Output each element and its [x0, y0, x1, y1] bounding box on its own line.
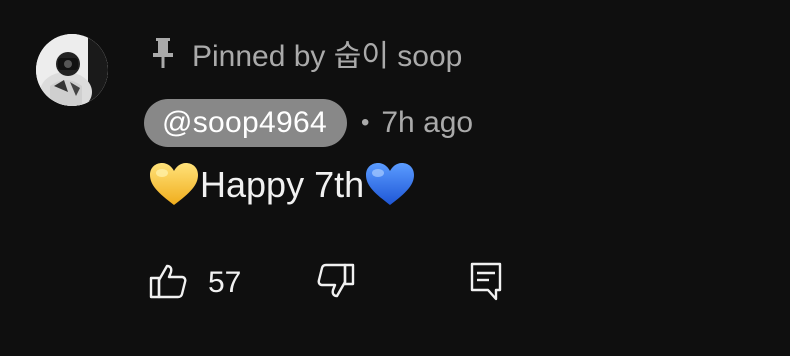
pinned-text: Pinned by 숩이 soop: [192, 40, 463, 73]
thumbs-up-icon: [148, 261, 188, 306]
pinned-comment: Pinned by 숩이 soop @soop4964 • 7h ago Hap…: [0, 0, 790, 356]
comment-header: @soop4964 • 7h ago: [144, 99, 473, 147]
like-button[interactable]: 57: [148, 262, 241, 304]
reply-icon: [466, 261, 506, 306]
comment-timestamp[interactable]: 7h ago: [381, 106, 473, 140]
yellow-heart-icon: [148, 161, 200, 209]
blue-heart-icon: [364, 161, 416, 209]
pin-icon: [150, 36, 176, 70]
dislike-button[interactable]: [316, 262, 356, 304]
thumbs-down-icon: [316, 261, 356, 306]
avatar[interactable]: [36, 34, 108, 106]
comment-body: Happy 7th: [148, 158, 416, 212]
separator-dot: •: [360, 109, 370, 136]
comment-actions: 57: [148, 262, 748, 304]
author-handle[interactable]: @soop4964: [144, 99, 347, 147]
pinned-label: Pinned by 숩이 soop: [150, 33, 462, 73]
like-count: 57: [208, 266, 242, 299]
reply-button[interactable]: [466, 262, 506, 304]
comment-text: Happy 7th: [200, 164, 365, 205]
avatar-image: [36, 34, 108, 106]
